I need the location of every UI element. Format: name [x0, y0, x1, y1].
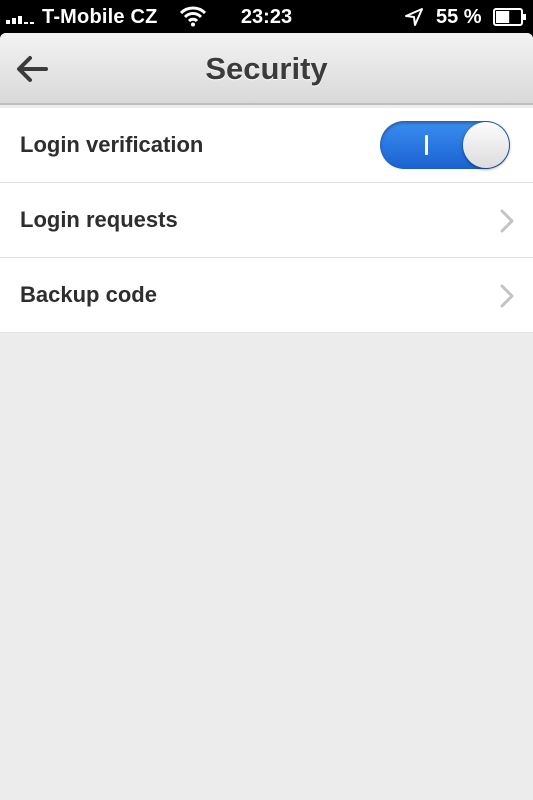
chevron-right-icon	[500, 284, 514, 308]
toggle-knob[interactable]	[463, 122, 509, 168]
settings-list: Login verification Login requests Backup…	[0, 108, 533, 333]
battery-percentage: 55 %	[436, 6, 482, 28]
page-title: Security	[205, 51, 328, 86]
settings-row-login-requests[interactable]: Login requests	[0, 183, 533, 258]
toggle-on-indicator	[425, 135, 428, 155]
battery-icon	[493, 8, 526, 26]
login-verification-toggle[interactable]	[380, 121, 510, 169]
settings-row-login-verification: Login verification	[0, 108, 533, 183]
location-icon	[405, 8, 423, 26]
settings-row-label: Login requests	[20, 207, 178, 232]
settings-row-label: Backup code	[20, 282, 157, 307]
chevron-right-icon	[500, 209, 514, 233]
status-bar: T-Mobile CZ 23:23 55 %	[0, 0, 533, 33]
settings-row-backup-code[interactable]: Backup code	[0, 258, 533, 333]
settings-row-label: Login verification	[20, 132, 204, 157]
navigation-bar: Security	[0, 33, 533, 105]
app-screen: Security Login verification Login reques…	[0, 33, 533, 800]
